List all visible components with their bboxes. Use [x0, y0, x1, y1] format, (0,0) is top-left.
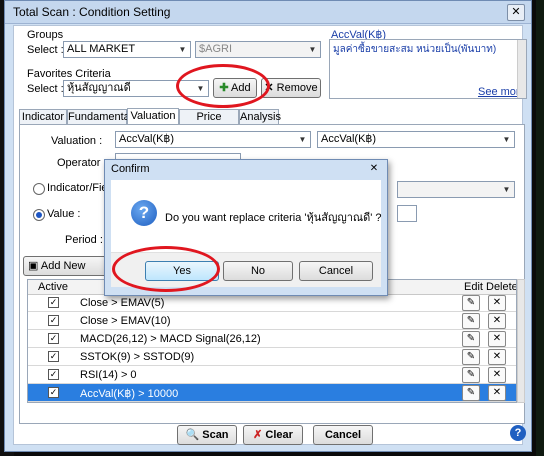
- delete-icon[interactable]: ✕: [488, 367, 506, 383]
- condition-text: RSI(14) > 0: [80, 369, 137, 381]
- market-select[interactable]: ALL MARKET ▼: [63, 41, 191, 58]
- indicator-select[interactable]: ▼: [397, 181, 515, 198]
- description-scrollbar[interactable]: [517, 40, 526, 98]
- chevron-down-icon: ▼: [178, 45, 187, 54]
- delete-icon[interactable]: ✕: [488, 295, 506, 311]
- active-checkbox[interactable]: ✓: [48, 315, 59, 326]
- delete-icon[interactable]: ✕: [488, 313, 506, 329]
- edit-icon[interactable]: ✎: [462, 385, 480, 401]
- magnifier-icon: 🔍: [185, 429, 200, 441]
- groups-select-label: Select :: [27, 44, 64, 56]
- clear-label: Clear: [265, 429, 293, 441]
- delete-icon[interactable]: ✕: [488, 331, 506, 347]
- radio-dot-icon: [36, 212, 42, 218]
- active-checkbox[interactable]: ✓: [48, 369, 59, 380]
- active-checkbox[interactable]: ✓: [48, 333, 59, 344]
- tab-analysis[interactable]: Analysis: [239, 109, 281, 124]
- period-label: Period :: [65, 234, 103, 246]
- chevron-down-icon: ▼: [298, 135, 307, 144]
- market-select-value: ALL MARKET: [67, 43, 136, 55]
- add-condition-icon: ▣: [28, 260, 39, 272]
- valuation-left-select[interactable]: AccVal(K฿) ▼: [115, 131, 311, 148]
- favorites-label: Favorites Criteria: [27, 68, 111, 80]
- scan-label: Scan: [202, 429, 229, 441]
- dialog-close-button[interactable]: ✕: [367, 162, 381, 175]
- highlight-ring-add: [176, 64, 270, 108]
- delete-icon[interactable]: ✕: [488, 385, 506, 401]
- dialog-cancel-button[interactable]: Cancel: [299, 261, 373, 281]
- conditions-table: Active Edit Delete ✓ Close > EMAV(5) ✎ ✕ ✓ Cl…: [27, 279, 517, 403]
- operator-label: Operator :: [57, 157, 107, 169]
- tab-indicator[interactable]: Indicator: [19, 109, 67, 124]
- delete-icon[interactable]: ✕: [488, 349, 506, 365]
- table-row[interactable]: ✓ AccVal(K฿) > 10000 ✎ ✕: [28, 384, 516, 402]
- description-text: มูลค่าซื้อขายสะสม หน่วยเป็น(พันบาท): [333, 44, 497, 55]
- edit-icon[interactable]: ✎: [462, 295, 480, 311]
- table-row[interactable]: ✓ RSI(14) > 0 ✎ ✕: [28, 366, 516, 384]
- table-row[interactable]: ✓ Close > EMAV(10) ✎ ✕: [28, 312, 516, 330]
- favorites-select-label: Select :: [27, 83, 64, 95]
- question-icon: ?: [131, 200, 157, 226]
- help-icon[interactable]: ?: [510, 425, 526, 441]
- tab-price-pattern[interactable]: Price Pattern: [179, 109, 239, 138]
- col-active: Active: [38, 281, 68, 293]
- chevron-down-icon: ▼: [308, 45, 317, 54]
- table-row[interactable]: ✓ SSTOK(9) > SSTOD(9) ✎ ✕: [28, 348, 516, 366]
- dialog-message: Do you want replace criteria 'หุ้นสัญญาณ…: [165, 212, 382, 224]
- edit-icon[interactable]: ✎: [462, 367, 480, 383]
- value-input[interactable]: [397, 205, 417, 222]
- cancel-label: Cancel: [324, 429, 362, 441]
- valuation-right-value: AccVal(K฿): [321, 133, 377, 145]
- valuation-right-select[interactable]: AccVal(K฿) ▼: [317, 131, 515, 148]
- symbol-select[interactable]: $AGRI ▼: [195, 41, 321, 58]
- remove-favorite-button[interactable]: ✕ Remove: [261, 78, 321, 98]
- chevron-down-icon: ▼: [502, 185, 511, 194]
- valuation-left-value: AccVal(K฿): [119, 133, 175, 145]
- condition-text: Close > EMAV(10): [80, 315, 171, 327]
- active-checkbox[interactable]: ✓: [48, 387, 59, 398]
- active-checkbox[interactable]: ✓: [48, 297, 59, 308]
- tab-valuation[interactable]: Valuation: [127, 108, 179, 125]
- indicator-radio[interactable]: [33, 183, 45, 195]
- edit-icon[interactable]: ✎: [462, 331, 480, 347]
- scan-button[interactable]: 🔍 Scan: [177, 425, 237, 445]
- valuation-label: Valuation :: [51, 135, 103, 147]
- table-row[interactable]: ✓ Close > EMAV(5) ✎ ✕: [28, 294, 516, 312]
- window-close-button[interactable]: ✕: [507, 4, 525, 21]
- background-terminal-right: [536, 0, 544, 456]
- tab-fundamental[interactable]: Fundamental: [67, 109, 132, 124]
- groups-label: Groups: [27, 29, 64, 41]
- remove-favorite-label: Remove: [276, 82, 318, 94]
- condition-text: MACD(26,12) > MACD Signal(26,12): [80, 333, 261, 345]
- window-title: Total Scan : Condition Setting: [13, 5, 171, 19]
- titlebar: Total Scan : Condition Setting ✕: [5, 1, 531, 24]
- clear-icon: ✗: [253, 429, 263, 441]
- value-label: Value :: [47, 208, 81, 220]
- col-edit: Edit: [464, 281, 483, 293]
- no-button[interactable]: No: [223, 261, 293, 281]
- value-radio[interactable]: [33, 209, 45, 221]
- favorites-select-value: หุ้นสัญญาณดี: [67, 82, 131, 94]
- edit-icon[interactable]: ✎: [462, 349, 480, 365]
- table-row[interactable]: ✓ MACD(26,12) > MACD Signal(26,12) ✎ ✕: [28, 330, 516, 348]
- description-box: มูลค่าซื้อขายสะสม หน่วยเป็น(พันบาท) See …: [329, 39, 527, 99]
- edit-icon[interactable]: ✎: [462, 313, 480, 329]
- cancel-button[interactable]: Cancel: [313, 425, 373, 445]
- chevron-down-icon: ▼: [502, 135, 511, 144]
- col-delete: Delete: [486, 281, 517, 293]
- dialog-title: Confirm: [111, 163, 150, 175]
- active-checkbox[interactable]: ✓: [48, 351, 59, 362]
- condition-text: Close > EMAV(5): [80, 297, 165, 309]
- clear-button[interactable]: ✗ Clear: [243, 425, 303, 445]
- highlight-ring-yes: [112, 246, 220, 292]
- condition-text: SSTOK(9) > SSTOD(9): [80, 351, 195, 363]
- symbol-select-value: $AGRI: [199, 43, 233, 55]
- table-scrollbar[interactable]: [517, 279, 525, 403]
- add-new-condition-button[interactable]: ▣ Add New Condi: [23, 256, 107, 290]
- condition-text: AccVal(K฿) > 10000: [80, 388, 179, 400]
